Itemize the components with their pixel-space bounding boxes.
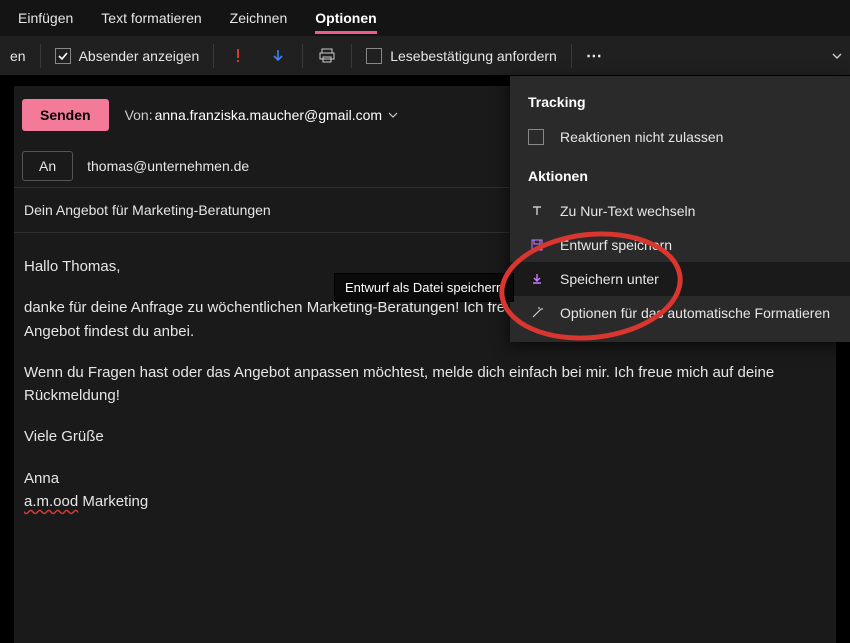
menu-item-label: Entwurf speichern	[560, 237, 672, 253]
body-signature: Anna a.m.ood Marketing	[24, 467, 826, 514]
printer-icon	[317, 48, 337, 64]
more-options-button[interactable]: ⋯	[576, 36, 614, 76]
tab-insert[interactable]: Einfügen	[18, 0, 73, 36]
arrow-down-icon	[268, 48, 288, 64]
checkbox-icon	[528, 129, 544, 145]
menu-item-save-as[interactable]: Speichern unter	[510, 262, 850, 296]
signature-company-misspelled: a.m.ood	[24, 493, 78, 510]
importance-low-button[interactable]	[258, 36, 298, 76]
dropdown-heading-tracking: Tracking	[510, 90, 850, 120]
toolbar-divider	[571, 44, 572, 68]
toolbar-divider	[40, 44, 41, 68]
menu-item-label: Zu Nur-Text wechseln	[560, 203, 695, 219]
chevron-down-icon	[388, 110, 398, 120]
show-sender-toggle[interactable]: Absender anzeigen	[45, 36, 210, 76]
to-picker-button[interactable]: An	[22, 151, 73, 181]
menu-item-switch-plaintext[interactable]: Zu Nur-Text wechseln	[510, 194, 850, 228]
to-field[interactable]: thomas@unternehmen.de	[87, 158, 249, 174]
menu-item-disable-reactions[interactable]: Reaktionen nicht zulassen	[510, 120, 850, 154]
toolbar-edge-label: en	[10, 48, 26, 64]
checkbox-icon	[366, 48, 382, 64]
text-icon	[528, 204, 546, 218]
tab-options[interactable]: Optionen	[315, 0, 376, 36]
menu-item-autoformat-options[interactable]: Optionen für das automatische Formatiere…	[510, 296, 850, 330]
tooltip-save-as-file: Entwurf als Datei speichern	[334, 273, 514, 302]
signature-company-rest: Marketing	[78, 493, 148, 510]
toolbar-edge-item[interactable]: en	[0, 36, 36, 76]
checkbox-icon	[55, 48, 71, 64]
toolbar-divider	[213, 44, 214, 68]
importance-high-button[interactable]	[218, 36, 258, 76]
menu-item-save-draft[interactable]: Entwurf speichern	[510, 228, 850, 262]
ellipsis-icon: ⋯	[586, 46, 604, 66]
options-dropdown-menu: Tracking Reaktionen nicht zulassen Aktio…	[510, 76, 850, 342]
signature-name: Anna	[24, 470, 59, 487]
menu-item-label: Reaktionen nicht zulassen	[560, 129, 723, 145]
ribbon-tabs: Einfügen Text formatieren Zeichnen Optio…	[0, 0, 850, 36]
from-email-dropdown[interactable]: anna.franziska.maucher@gmail.com	[155, 107, 382, 123]
menu-item-label: Speichern unter	[560, 271, 659, 287]
wand-icon	[528, 306, 546, 320]
tab-draw[interactable]: Zeichnen	[230, 0, 288, 36]
dropdown-heading-actions: Aktionen	[510, 154, 850, 194]
menu-item-label: Optionen für das automatische Formatiere…	[560, 305, 830, 321]
toolbar-expand-button[interactable]	[828, 36, 846, 76]
toolbar-divider	[302, 44, 303, 68]
options-toolbar: en Absender anzeigen Lesebestätigung anf…	[0, 36, 850, 76]
print-button[interactable]	[307, 36, 347, 76]
send-button[interactable]: Senden	[22, 99, 109, 131]
read-receipt-label: Lesebestätigung anfordern	[390, 48, 557, 64]
from-label: Von:	[125, 107, 153, 123]
download-icon	[528, 272, 546, 286]
read-receipt-toggle[interactable]: Lesebestätigung anfordern	[356, 36, 567, 76]
tab-format-text[interactable]: Text formatieren	[101, 0, 201, 36]
show-sender-label: Absender anzeigen	[79, 48, 200, 64]
body-signoff: Viele Grüße	[24, 425, 826, 448]
toolbar-divider	[351, 44, 352, 68]
chevron-down-icon	[831, 50, 843, 62]
exclamation-icon	[228, 47, 248, 65]
save-icon	[528, 238, 546, 252]
body-paragraph: Wenn du Fragen hast oder das Angebot anp…	[24, 361, 826, 408]
